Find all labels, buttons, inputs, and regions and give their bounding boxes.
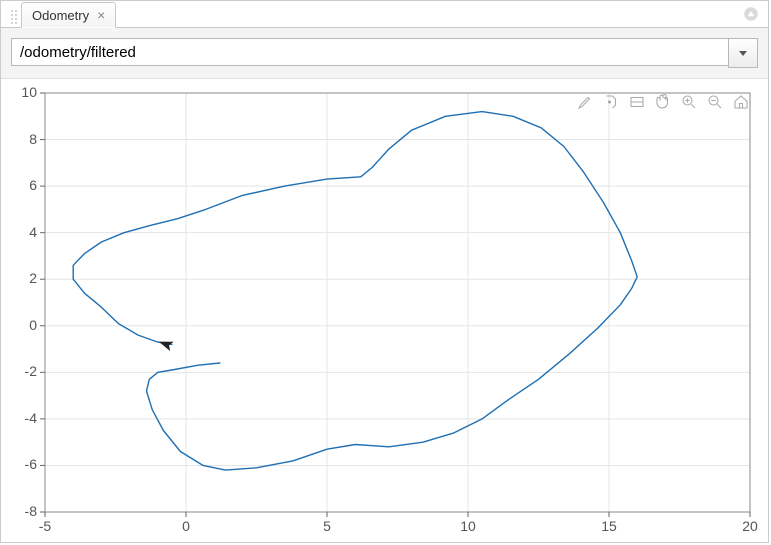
topic-toolbar: [1, 28, 768, 79]
home-icon[interactable]: [730, 91, 752, 113]
topic-dropdown-button[interactable]: [728, 38, 758, 68]
plot-area: -5 0 5 10 15 20 -8 -6 -4 -2 0 2 4 6 8 10: [1, 79, 768, 542]
x-tick-label: 5: [317, 518, 337, 534]
gear-icon[interactable]: [742, 5, 760, 23]
close-icon[interactable]: ×: [95, 8, 107, 22]
y-tick-label: 0: [29, 317, 37, 333]
y-tick-label: 2: [29, 270, 37, 286]
odometry-panel: Odometry × -5 0 5 10 15 20 -8 -6 -4 -2 0 2 4 6 8 10: [0, 0, 769, 543]
y-tick-label: -6: [25, 456, 37, 472]
odometry-plot[interactable]: [5, 83, 760, 538]
topic-input[interactable]: [11, 38, 728, 66]
datatip-icon[interactable]: [600, 91, 622, 113]
tab-odometry[interactable]: Odometry ×: [21, 2, 116, 28]
linked-icon[interactable]: [626, 91, 648, 113]
x-tick-label: -5: [35, 518, 55, 534]
brush-icon[interactable]: [574, 91, 596, 113]
y-tick-label: -4: [25, 410, 37, 426]
y-tick-label: 4: [29, 224, 37, 240]
topic-select: [11, 38, 758, 68]
x-tick-label: 20: [740, 518, 760, 534]
y-tick-label: 6: [29, 177, 37, 193]
x-tick-label: 15: [599, 518, 619, 534]
zoom-out-icon[interactable]: [704, 91, 726, 113]
pan-icon[interactable]: [652, 91, 674, 113]
y-tick-label: 10: [21, 84, 37, 100]
tab-bar: Odometry ×: [1, 1, 768, 28]
x-tick-label: 0: [176, 518, 196, 534]
x-tick-label: 10: [458, 518, 478, 534]
axes-toolbar: [574, 91, 752, 113]
y-tick-label: -2: [25, 363, 37, 379]
drag-handle[interactable]: [11, 7, 19, 27]
zoom-in-icon[interactable]: [678, 91, 700, 113]
y-tick-label: 8: [29, 131, 37, 147]
tab-label: Odometry: [32, 8, 89, 23]
y-tick-label: -8: [25, 503, 37, 519]
